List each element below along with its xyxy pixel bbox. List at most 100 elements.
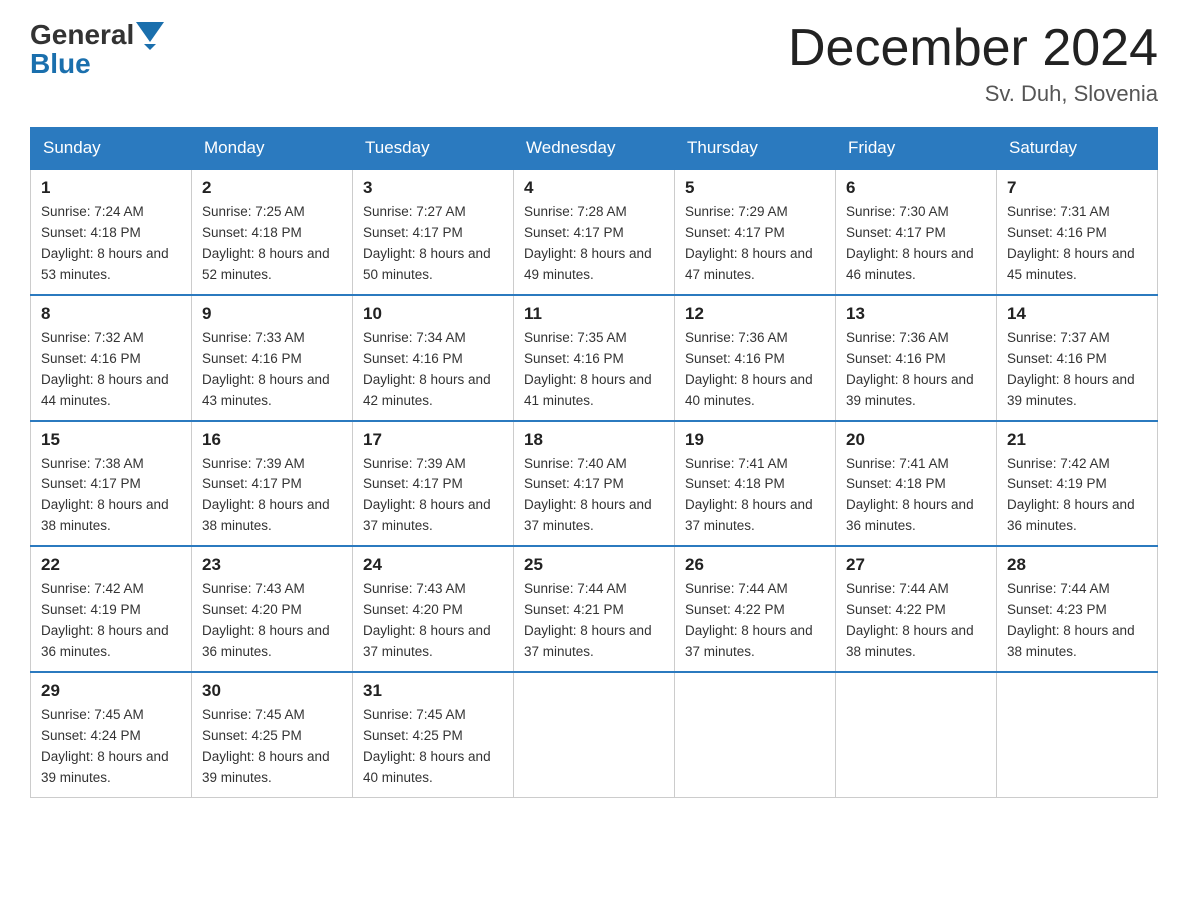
daylight-label: Daylight: 8 hours and 38 minutes. [41,497,169,533]
calendar-day-cell: 29 Sunrise: 7:45 AM Sunset: 4:24 PM Dayl… [31,672,192,797]
sunset-label: Sunset: 4:18 PM [202,225,302,240]
day-number: 11 [524,304,664,324]
day-number: 7 [1007,178,1147,198]
day-info: Sunrise: 7:38 AM Sunset: 4:17 PM Dayligh… [41,454,181,538]
calendar-day-cell [675,672,836,797]
daylight-label: Daylight: 8 hours and 37 minutes. [363,623,491,659]
sunrise-label: Sunrise: 7:37 AM [1007,330,1110,345]
sunrise-label: Sunrise: 7:32 AM [41,330,144,345]
sunset-label: Sunset: 4:17 PM [363,476,463,491]
day-info: Sunrise: 7:42 AM Sunset: 4:19 PM Dayligh… [1007,454,1147,538]
day-number: 27 [846,555,986,575]
day-info: Sunrise: 7:29 AM Sunset: 4:17 PM Dayligh… [685,202,825,286]
daylight-label: Daylight: 8 hours and 39 minutes. [202,749,330,785]
day-info: Sunrise: 7:34 AM Sunset: 4:16 PM Dayligh… [363,328,503,412]
calendar-day-cell: 9 Sunrise: 7:33 AM Sunset: 4:16 PM Dayli… [192,295,353,421]
daylight-label: Daylight: 8 hours and 50 minutes. [363,246,491,282]
calendar-day-cell: 14 Sunrise: 7:37 AM Sunset: 4:16 PM Dayl… [997,295,1158,421]
sunrise-label: Sunrise: 7:40 AM [524,456,627,471]
day-info: Sunrise: 7:45 AM Sunset: 4:24 PM Dayligh… [41,705,181,789]
day-number: 21 [1007,430,1147,450]
sunset-label: Sunset: 4:17 PM [685,225,785,240]
sunrise-label: Sunrise: 7:43 AM [202,581,305,596]
weekday-header-friday: Friday [836,128,997,170]
day-info: Sunrise: 7:41 AM Sunset: 4:18 PM Dayligh… [685,454,825,538]
day-number: 17 [363,430,503,450]
calendar-day-cell: 4 Sunrise: 7:28 AM Sunset: 4:17 PM Dayli… [514,169,675,295]
day-info: Sunrise: 7:44 AM Sunset: 4:23 PM Dayligh… [1007,579,1147,663]
calendar-week-row: 1 Sunrise: 7:24 AM Sunset: 4:18 PM Dayli… [31,169,1158,295]
day-number: 26 [685,555,825,575]
sunrise-label: Sunrise: 7:45 AM [202,707,305,722]
sunset-label: Sunset: 4:17 PM [524,476,624,491]
sunrise-label: Sunrise: 7:36 AM [846,330,949,345]
sunrise-label: Sunrise: 7:24 AM [41,204,144,219]
day-info: Sunrise: 7:41 AM Sunset: 4:18 PM Dayligh… [846,454,986,538]
day-number: 31 [363,681,503,701]
calendar-day-cell: 15 Sunrise: 7:38 AM Sunset: 4:17 PM Dayl… [31,421,192,547]
day-info: Sunrise: 7:30 AM Sunset: 4:17 PM Dayligh… [846,202,986,286]
daylight-label: Daylight: 8 hours and 40 minutes. [685,372,813,408]
sunrise-label: Sunrise: 7:38 AM [41,456,144,471]
sunrise-label: Sunrise: 7:42 AM [41,581,144,596]
month-title: December 2024 [788,20,1158,77]
day-number: 4 [524,178,664,198]
sunset-label: Sunset: 4:17 PM [202,476,302,491]
sunset-label: Sunset: 4:23 PM [1007,602,1107,617]
calendar-day-cell: 19 Sunrise: 7:41 AM Sunset: 4:18 PM Dayl… [675,421,836,547]
daylight-label: Daylight: 8 hours and 39 minutes. [1007,372,1135,408]
sunset-label: Sunset: 4:16 PM [685,351,785,366]
day-info: Sunrise: 7:35 AM Sunset: 4:16 PM Dayligh… [524,328,664,412]
day-info: Sunrise: 7:25 AM Sunset: 4:18 PM Dayligh… [202,202,342,286]
calendar-week-row: 8 Sunrise: 7:32 AM Sunset: 4:16 PM Dayli… [31,295,1158,421]
calendar-week-row: 15 Sunrise: 7:38 AM Sunset: 4:17 PM Dayl… [31,421,1158,547]
sunrise-label: Sunrise: 7:30 AM [846,204,949,219]
calendar-day-cell: 17 Sunrise: 7:39 AM Sunset: 4:17 PM Dayl… [353,421,514,547]
daylight-label: Daylight: 8 hours and 39 minutes. [41,749,169,785]
calendar-day-cell [997,672,1158,797]
sunrise-label: Sunrise: 7:45 AM [41,707,144,722]
daylight-label: Daylight: 8 hours and 37 minutes. [524,497,652,533]
weekday-header-saturday: Saturday [997,128,1158,170]
calendar-day-cell: 22 Sunrise: 7:42 AM Sunset: 4:19 PM Dayl… [31,546,192,672]
daylight-label: Daylight: 8 hours and 37 minutes. [524,623,652,659]
day-info: Sunrise: 7:31 AM Sunset: 4:16 PM Dayligh… [1007,202,1147,286]
day-info: Sunrise: 7:39 AM Sunset: 4:17 PM Dayligh… [202,454,342,538]
day-number: 10 [363,304,503,324]
day-info: Sunrise: 7:37 AM Sunset: 4:16 PM Dayligh… [1007,328,1147,412]
location-text: Sv. Duh, Slovenia [788,81,1158,107]
daylight-label: Daylight: 8 hours and 49 minutes. [524,246,652,282]
sunset-label: Sunset: 4:17 PM [363,225,463,240]
calendar-week-row: 29 Sunrise: 7:45 AM Sunset: 4:24 PM Dayl… [31,672,1158,797]
sunrise-label: Sunrise: 7:34 AM [363,330,466,345]
calendar-day-cell: 12 Sunrise: 7:36 AM Sunset: 4:16 PM Dayl… [675,295,836,421]
calendar-week-row: 22 Sunrise: 7:42 AM Sunset: 4:19 PM Dayl… [31,546,1158,672]
logo-general-text: General [30,21,134,49]
day-number: 6 [846,178,986,198]
calendar-day-cell: 28 Sunrise: 7:44 AM Sunset: 4:23 PM Dayl… [997,546,1158,672]
day-info: Sunrise: 7:42 AM Sunset: 4:19 PM Dayligh… [41,579,181,663]
day-number: 23 [202,555,342,575]
daylight-label: Daylight: 8 hours and 46 minutes. [846,246,974,282]
calendar-day-cell: 25 Sunrise: 7:44 AM Sunset: 4:21 PM Dayl… [514,546,675,672]
day-info: Sunrise: 7:45 AM Sunset: 4:25 PM Dayligh… [202,705,342,789]
daylight-label: Daylight: 8 hours and 38 minutes. [202,497,330,533]
sunset-label: Sunset: 4:20 PM [363,602,463,617]
calendar-day-cell: 21 Sunrise: 7:42 AM Sunset: 4:19 PM Dayl… [997,421,1158,547]
day-number: 28 [1007,555,1147,575]
sunset-label: Sunset: 4:16 PM [1007,225,1107,240]
day-number: 25 [524,555,664,575]
weekday-header-row: SundayMondayTuesdayWednesdayThursdayFrid… [31,128,1158,170]
day-info: Sunrise: 7:43 AM Sunset: 4:20 PM Dayligh… [363,579,503,663]
day-number: 18 [524,430,664,450]
calendar-day-cell: 24 Sunrise: 7:43 AM Sunset: 4:20 PM Dayl… [353,546,514,672]
sunset-label: Sunset: 4:16 PM [1007,351,1107,366]
sunrise-label: Sunrise: 7:36 AM [685,330,788,345]
daylight-label: Daylight: 8 hours and 36 minutes. [41,623,169,659]
day-info: Sunrise: 7:36 AM Sunset: 4:16 PM Dayligh… [846,328,986,412]
day-number: 13 [846,304,986,324]
calendar-day-cell: 10 Sunrise: 7:34 AM Sunset: 4:16 PM Dayl… [353,295,514,421]
day-info: Sunrise: 7:40 AM Sunset: 4:17 PM Dayligh… [524,454,664,538]
calendar-day-cell: 30 Sunrise: 7:45 AM Sunset: 4:25 PM Dayl… [192,672,353,797]
day-info: Sunrise: 7:24 AM Sunset: 4:18 PM Dayligh… [41,202,181,286]
